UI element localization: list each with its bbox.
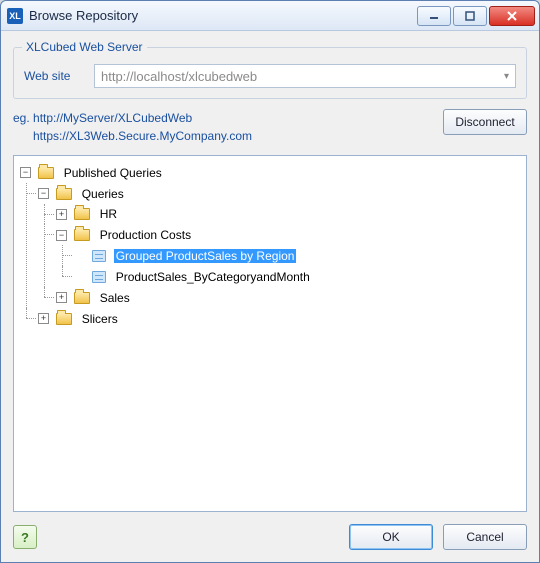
- dialog-button-row: ? OK Cancel: [13, 524, 527, 550]
- maximize-icon: [465, 11, 475, 21]
- folder-icon: [56, 188, 72, 200]
- close-icon: [506, 11, 518, 21]
- webserver-groupbox: XLCubed Web Server Web site http://local…: [13, 47, 527, 99]
- close-button[interactable]: [489, 6, 535, 26]
- tree-label: Sales: [98, 291, 132, 305]
- website-value: http://localhost/xlcubedweb: [101, 69, 257, 84]
- expander-plus-icon[interactable]: +: [56, 209, 67, 220]
- window-title: Browse Repository: [29, 8, 417, 23]
- tree-node-item[interactable]: ProductSales_ByCategoryandMonth: [74, 266, 522, 287]
- folder-icon: [38, 167, 54, 179]
- minimize-button[interactable]: [417, 6, 451, 26]
- expander-plus-icon[interactable]: +: [56, 292, 67, 303]
- folder-icon: [56, 313, 72, 325]
- groupbox-title: XLCubed Web Server: [22, 40, 147, 54]
- dialog-content: XLCubed Web Server Web site http://local…: [1, 31, 539, 562]
- website-label: Web site: [24, 69, 84, 83]
- chevron-down-icon: ▾: [504, 71, 509, 82]
- report-icon: [92, 271, 106, 283]
- help-button[interactable]: ?: [13, 525, 37, 549]
- expander-minus-icon[interactable]: −: [20, 167, 31, 178]
- example-line1: http://MyServer/XLCubedWeb: [33, 111, 192, 125]
- report-icon: [92, 250, 106, 262]
- example-line2: https://XL3Web.Secure.MyCompany.com: [13, 127, 435, 145]
- folder-icon: [74, 208, 90, 220]
- expander-plus-icon[interactable]: +: [38, 313, 49, 324]
- window-buttons: [417, 6, 535, 26]
- tree-label-selected: Grouped ProductSales by Region: [114, 249, 297, 263]
- expander-minus-icon[interactable]: −: [38, 188, 49, 199]
- example-text: eg. http://MyServer/XLCubedWeb https://X…: [13, 109, 435, 145]
- example-row: eg. http://MyServer/XLCubedWeb https://X…: [13, 109, 527, 145]
- maximize-button[interactable]: [453, 6, 487, 26]
- tree-node-production-costs[interactable]: − Production Costs Grouped ProductSales …: [56, 224, 522, 286]
- app-icon: XL: [7, 8, 23, 24]
- folder-icon: [74, 292, 90, 304]
- folder-icon: [74, 229, 90, 241]
- tree-label: Published Queries: [62, 166, 164, 180]
- website-combobox[interactable]: http://localhost/xlcubedweb ▾: [94, 64, 516, 88]
- tree-node-sales[interactable]: + Sales: [56, 287, 522, 308]
- repository-tree: − Published Queries − Queries +: [18, 162, 522, 329]
- disconnect-button[interactable]: Disconnect: [443, 109, 527, 135]
- example-prefix: eg.: [13, 111, 30, 125]
- dialog-window: XL Browse Repository XLCubed Web Server …: [0, 0, 540, 563]
- tree-node-slicers[interactable]: + Slicers: [38, 308, 522, 329]
- titlebar: XL Browse Repository: [1, 1, 539, 31]
- tree-node-root[interactable]: − Published Queries − Queries +: [20, 162, 522, 329]
- tree-label: HR: [98, 207, 119, 221]
- tree-node-item-selected[interactable]: Grouped ProductSales by Region: [74, 245, 522, 266]
- tree-label: Queries: [80, 187, 126, 201]
- cancel-button[interactable]: Cancel: [443, 524, 527, 550]
- website-row: Web site http://localhost/xlcubedweb ▾: [24, 64, 516, 88]
- tree-panel[interactable]: − Published Queries − Queries +: [13, 155, 527, 512]
- minimize-icon: [429, 11, 439, 21]
- expander-minus-icon[interactable]: −: [56, 230, 67, 241]
- tree-label: ProductSales_ByCategoryandMonth: [114, 270, 312, 284]
- tree-label: Slicers: [80, 312, 120, 326]
- ok-button[interactable]: OK: [349, 524, 433, 550]
- tree-node-hr[interactable]: + HR: [56, 204, 522, 225]
- tree-label: Production Costs: [98, 228, 193, 242]
- tree-node-queries[interactable]: − Queries + HR: [38, 183, 522, 308]
